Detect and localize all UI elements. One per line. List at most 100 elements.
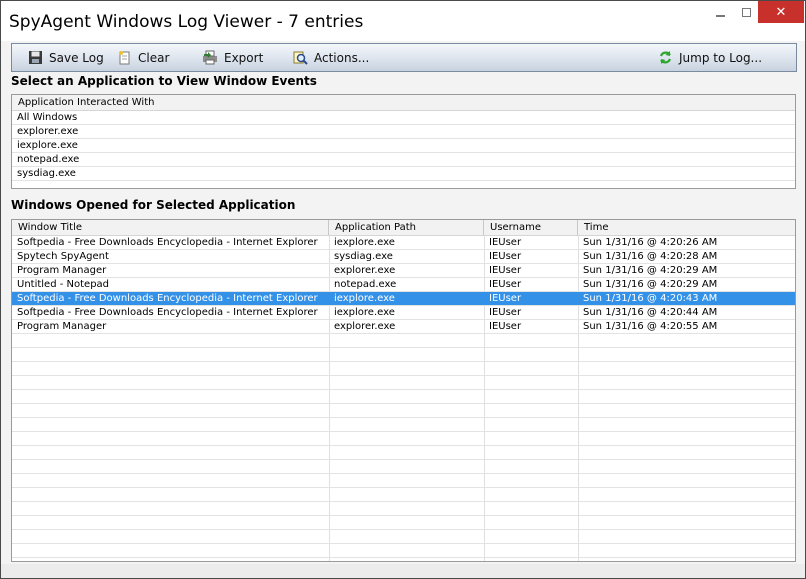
username-cell: IEUser bbox=[489, 265, 522, 276]
actions-button[interactable]: Actions... bbox=[293, 44, 369, 71]
username-cell: IEUser bbox=[489, 293, 522, 304]
time-cell: Sun 1/31/16 @ 4:20:29 AM bbox=[583, 265, 718, 276]
window-title-cell: Softpedia - Free Downloads Encyclopedia … bbox=[17, 307, 318, 318]
empty-table-row bbox=[12, 544, 795, 558]
username-cell: IEUser bbox=[489, 279, 522, 290]
export-button[interactable]: Export bbox=[202, 44, 263, 71]
table-row[interactable]: Softpedia - Free Downloads Encyclopedia … bbox=[12, 236, 795, 250]
empty-table-row bbox=[12, 362, 795, 376]
empty-table-row bbox=[12, 460, 795, 474]
application-path-cell: explorer.exe bbox=[334, 321, 396, 332]
application-list-item[interactable]: explorer.exe bbox=[12, 125, 795, 139]
window-title: SpyAgent Windows Log Viewer - 7 entries bbox=[9, 12, 364, 32]
applications-list[interactable]: Application Interacted With All Windows e… bbox=[11, 94, 796, 189]
time-cell: Sun 1/31/16 @ 4:20:43 AM bbox=[583, 293, 718, 304]
empty-table-row bbox=[12, 474, 795, 488]
jump-to-log-label: Jump to Log... bbox=[679, 50, 763, 65]
username-cell: IEUser bbox=[489, 321, 522, 332]
floppy-disk-icon bbox=[29, 51, 42, 64]
windows-table-rows: Softpedia - Free Downloads Encyclopedia … bbox=[12, 236, 795, 558]
username-cell: IEUser bbox=[489, 237, 522, 248]
magnifier-icon bbox=[293, 51, 308, 65]
applications-list-header: Application Interacted With bbox=[12, 95, 795, 111]
save-log-button[interactable]: Save Log bbox=[28, 44, 104, 71]
empty-table-row bbox=[12, 418, 795, 432]
application-name: sysdiag.exe bbox=[17, 168, 76, 179]
column-header-application[interactable]: Application Interacted With bbox=[12, 95, 795, 110]
green-refresh-arrows-icon bbox=[659, 51, 672, 64]
column-header-application-path[interactable]: Application Path bbox=[329, 220, 484, 235]
empty-table-row bbox=[12, 404, 795, 418]
application-list-item[interactable]: notepad.exe bbox=[12, 153, 795, 167]
time-cell: Sun 1/31/16 @ 4:20:26 AM bbox=[583, 237, 718, 248]
application-path-cell: notepad.exe bbox=[334, 279, 397, 290]
empty-table-row bbox=[12, 390, 795, 404]
table-row[interactable]: Spytech SpyAgent sysdiag.exe IEUser Sun 1/3… bbox=[12, 250, 795, 264]
window-title-cell: Spytech SpyAgent bbox=[17, 251, 109, 262]
maximize-icon bbox=[741, 7, 751, 17]
empty-table-row bbox=[12, 376, 795, 390]
title-bar[interactable]: SpyAgent Windows Log Viewer - 7 entries … bbox=[1, 1, 805, 41]
applications-section-label: Select an Application to View Window Eve… bbox=[11, 74, 317, 88]
window-title-cell: Program Manager bbox=[17, 321, 107, 332]
table-row[interactable]: Untitled - Notepad notepad.exe IEUser Sun 1… bbox=[12, 278, 795, 292]
application-path-cell: sysdiag.exe bbox=[334, 251, 393, 262]
application-list-item[interactable]: iexplore.exe bbox=[12, 139, 795, 153]
application-path-cell: iexplore.exe bbox=[334, 307, 395, 318]
time-cell: Sun 1/31/16 @ 4:20:44 AM bbox=[583, 307, 718, 318]
empty-table-row bbox=[12, 502, 795, 516]
maximize-button[interactable] bbox=[734, 1, 758, 23]
window-title-cell: Softpedia - Free Downloads Encyclopedia … bbox=[17, 237, 318, 248]
window-title-cell: Program Manager bbox=[17, 265, 107, 276]
export-printer-icon bbox=[203, 50, 217, 65]
table-row[interactable]: Softpedia - Free Downloads Encyclopedia … bbox=[12, 292, 795, 306]
column-header-window-title[interactable]: Window Title bbox=[12, 220, 329, 235]
column-header-username[interactable]: Username bbox=[484, 220, 578, 235]
application-name: All Windows bbox=[17, 112, 78, 123]
windows-table[interactable]: Window Title Application Path Username T… bbox=[11, 219, 796, 562]
table-row[interactable]: Program Manager explorer.exe IEUser Sun 1/3… bbox=[12, 264, 795, 278]
minimize-icon bbox=[716, 15, 725, 17]
window-title-cell: Softpedia - Free Downloads Encyclopedia … bbox=[17, 293, 318, 304]
close-icon: ✕ bbox=[775, 4, 787, 20]
table-row[interactable]: Program Manager explorer.exe IEUser Sun 1/3… bbox=[12, 320, 795, 334]
application-name: explorer.exe bbox=[17, 126, 79, 137]
jump-to-log-button[interactable]: Jump to Log... bbox=[658, 44, 762, 71]
application-path-cell: explorer.exe bbox=[334, 265, 396, 276]
export-label: Export bbox=[224, 50, 264, 65]
time-cell: Sun 1/31/16 @ 4:20:28 AM bbox=[583, 251, 718, 262]
table-row[interactable]: Softpedia - Free Downloads Encyclopedia … bbox=[12, 306, 795, 320]
empty-table-row bbox=[12, 530, 795, 544]
username-cell: IEUser bbox=[489, 251, 522, 262]
empty-table-row bbox=[12, 334, 795, 348]
save-log-label: Save Log bbox=[49, 50, 104, 65]
empty-table-row bbox=[12, 348, 795, 362]
close-button[interactable]: ✕ bbox=[758, 1, 804, 23]
toolbar: Save Log Clear Export Actions... Jump to… bbox=[11, 43, 797, 72]
application-name: iexplore.exe bbox=[17, 140, 78, 151]
time-cell: Sun 1/31/16 @ 4:20:29 AM bbox=[583, 279, 718, 290]
windows-section-label: Windows Opened for Selected Application bbox=[11, 198, 296, 212]
empty-table-row bbox=[12, 516, 795, 530]
clear-page-icon bbox=[119, 51, 130, 65]
username-cell: IEUser bbox=[489, 307, 522, 318]
clear-button[interactable]: Clear bbox=[117, 44, 169, 71]
log-viewer-window: SpyAgent Windows Log Viewer - 7 entries … bbox=[0, 0, 806, 579]
empty-table-row bbox=[12, 488, 795, 502]
column-header-time[interactable]: Time bbox=[578, 220, 795, 235]
minimize-button[interactable] bbox=[707, 1, 734, 23]
applications-rows: All Windows explorer.exe iexplore.exe notep… bbox=[12, 111, 795, 181]
application-path-cell: iexplore.exe bbox=[334, 293, 395, 304]
actions-label: Actions... bbox=[314, 50, 370, 65]
window-title-cell: Untitled - Notepad bbox=[17, 279, 110, 290]
clear-label: Clear bbox=[138, 50, 170, 65]
windows-table-header: Window Title Application Path Username T… bbox=[12, 220, 795, 236]
empty-table-row bbox=[12, 432, 795, 446]
window-bottom-edge bbox=[1, 564, 805, 578]
time-cell: Sun 1/31/16 @ 4:20:55 AM bbox=[583, 321, 718, 332]
application-list-item[interactable]: sysdiag.exe bbox=[12, 167, 795, 181]
application-name: notepad.exe bbox=[17, 154, 80, 165]
empty-table-row bbox=[12, 446, 795, 460]
application-list-item[interactable]: All Windows bbox=[12, 111, 795, 125]
application-path-cell: iexplore.exe bbox=[334, 237, 395, 248]
